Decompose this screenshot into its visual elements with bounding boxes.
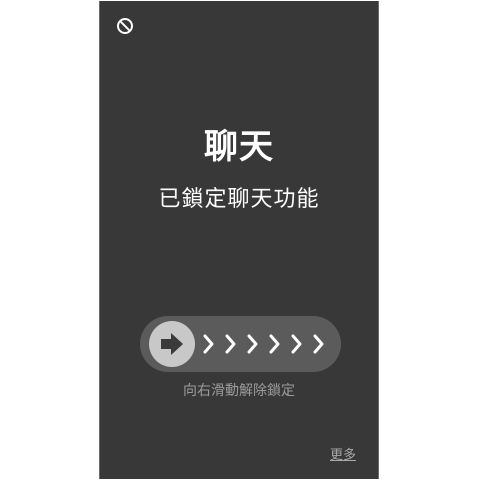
page-title: 聊天	[204, 127, 274, 167]
chevron-right-icon	[291, 334, 302, 354]
chevron-right-icon	[269, 334, 280, 354]
chevron-right-icon	[225, 334, 236, 354]
no-entry-icon[interactable]	[116, 17, 134, 35]
lock-screen: 聊天 已鎖定聊天功能 向右滑動解除鎖定 更多	[99, 1, 379, 479]
slider-knob[interactable]	[149, 321, 195, 367]
arrow-right-icon	[161, 333, 183, 355]
chevron-right-icon	[313, 334, 324, 354]
lock-status-text: 已鎖定聊天功能	[158, 187, 320, 212]
chevron-right-icons	[203, 334, 324, 354]
chevron-right-icon	[203, 334, 214, 354]
more-link[interactable]: 更多	[330, 444, 356, 463]
unlock-slider[interactable]	[140, 316, 341, 372]
unlock-hint: 向右滑動解除鎖定	[183, 383, 295, 399]
chevron-right-icon	[247, 334, 258, 354]
